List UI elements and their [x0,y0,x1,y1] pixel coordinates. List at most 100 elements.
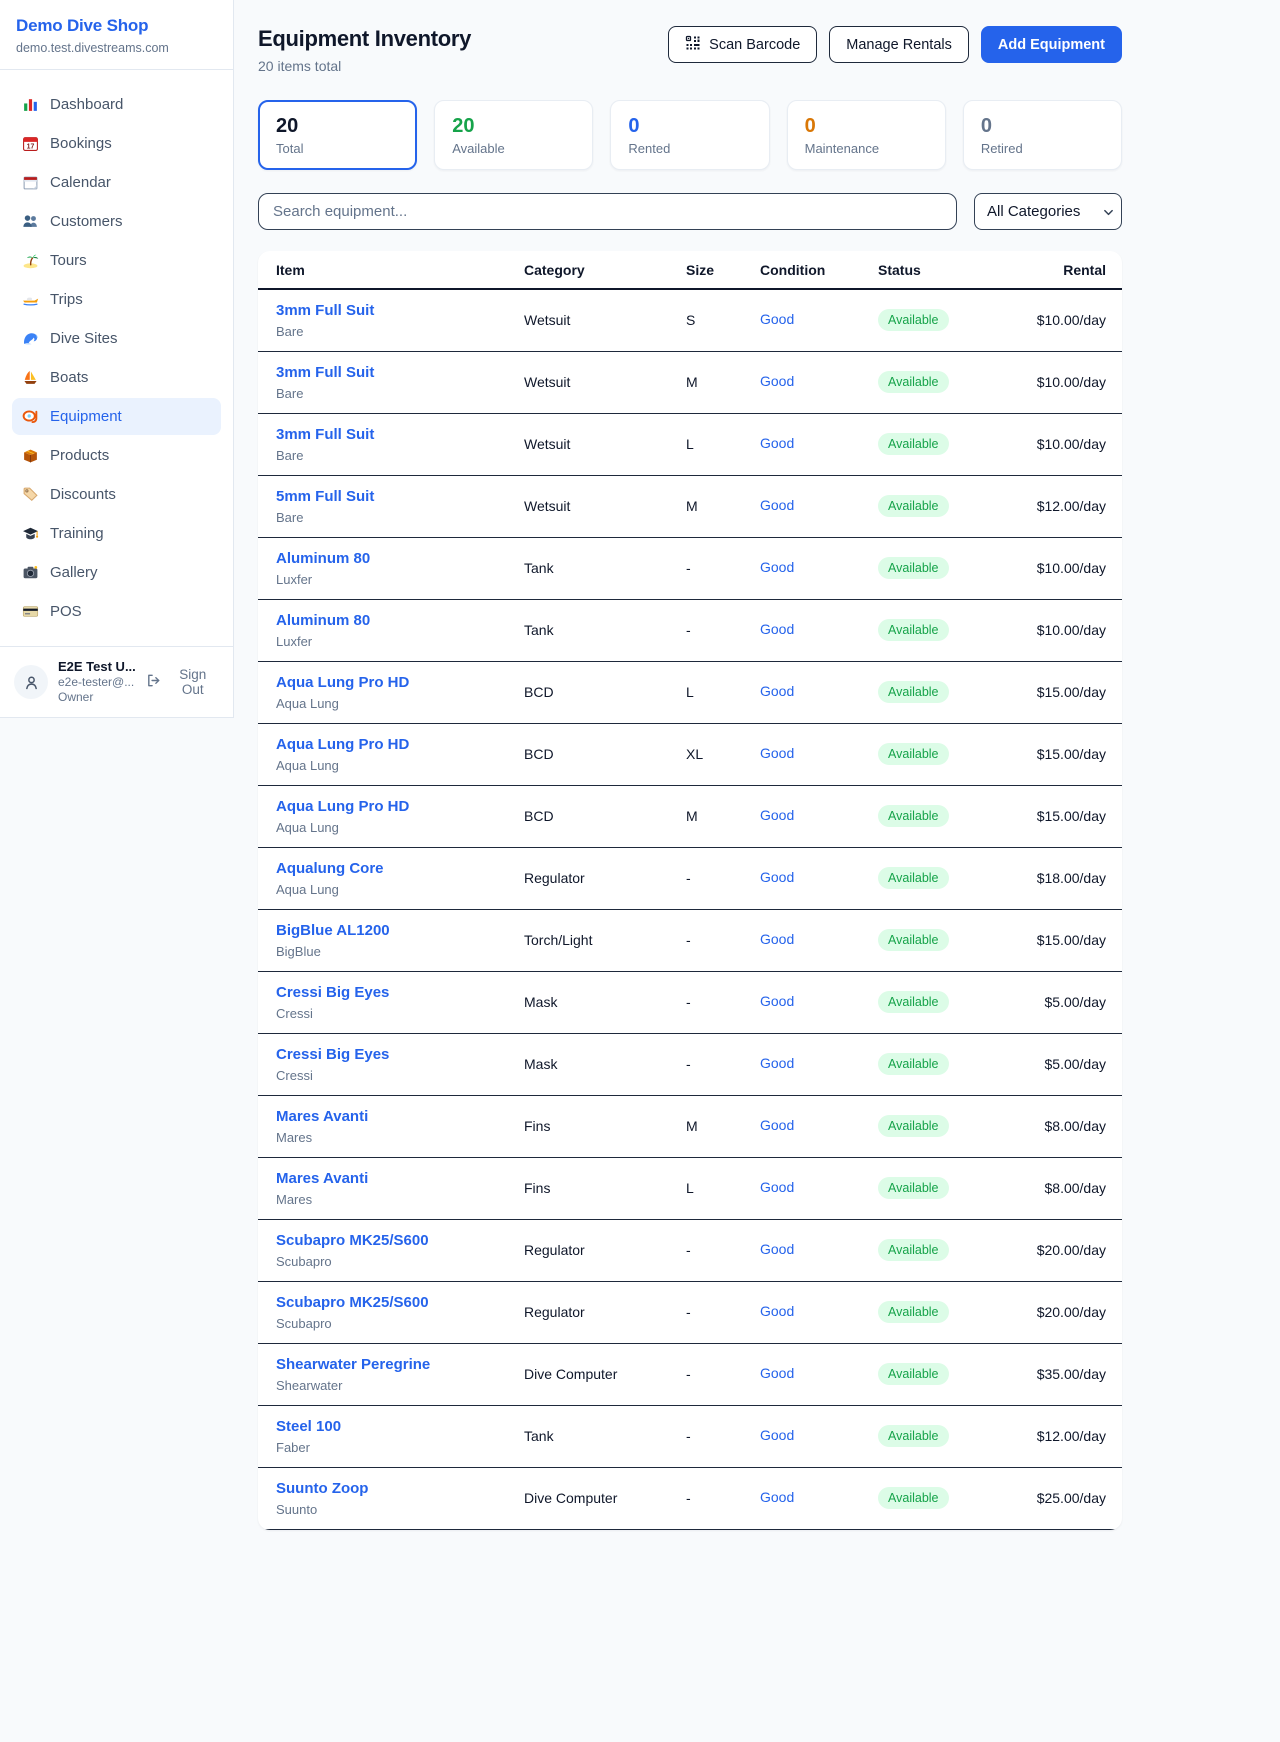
condition-link[interactable]: Good [760,1117,794,1133]
item-name-link[interactable]: Cressi Big Eyes [276,984,389,1001]
table-row[interactable]: 3mm Full Suit Bare Wetsuit M Good Availa… [258,351,1122,413]
stat-card-rented[interactable]: 0 Rented [610,100,769,170]
sidebar-item-customers[interactable]: Customers [12,203,221,240]
people-icon [22,213,39,230]
sidebar-item-products[interactable]: Products [12,437,221,474]
item-category: Tank [508,599,670,661]
stat-card-available[interactable]: 20 Available [434,100,593,170]
item-size: XL [670,723,744,785]
condition-link[interactable]: Good [760,497,794,513]
stat-card-retired[interactable]: 0 Retired [963,100,1122,170]
stat-card-maintenance[interactable]: 0 Maintenance [787,100,946,170]
item-name-link[interactable]: Steel 100 [276,1418,341,1435]
table-row[interactable]: BigBlue AL1200 BigBlue Torch/Light - Goo… [258,909,1122,971]
category-select[interactable]: All Categories [974,193,1122,230]
condition-link[interactable]: Good [760,745,794,761]
scan-barcode-button[interactable]: Scan Barcode [668,26,817,63]
sidebar-item-gallery[interactable]: Gallery [12,554,221,591]
sidebar-item-pos[interactable]: POS [12,593,221,630]
table-row[interactable]: Aqua Lung Pro HD Aqua Lung BCD M Good Av… [258,785,1122,847]
condition-link[interactable]: Good [760,1427,794,1443]
table-row[interactable]: Steel 100 Faber Tank - Good Available $1… [258,1405,1122,1467]
manage-rentals-label: Manage Rentals [846,37,952,53]
item-name-link[interactable]: Aqua Lung Pro HD [276,736,409,753]
condition-link[interactable]: Good [760,621,794,637]
item-category: Fins [508,1157,670,1219]
sidebar-item-bookings[interactable]: 17 Bookings [12,125,221,162]
manage-rentals-button[interactable]: Manage Rentals [829,26,969,63]
item-name-link[interactable]: 5mm Full Suit [276,488,374,505]
condition-link[interactable]: Good [760,1365,794,1381]
table-row[interactable]: Shearwater Peregrine Shearwater Dive Com… [258,1343,1122,1405]
table-row[interactable]: Mares Avanti Mares Fins L Good Available… [258,1157,1122,1219]
condition-link[interactable]: Good [760,683,794,699]
table-row[interactable]: 3mm Full Suit Bare Wetsuit L Good Availa… [258,413,1122,475]
stat-card-total[interactable]: 20 Total [258,100,417,170]
item-name-link[interactable]: Mares Avanti [276,1108,368,1125]
add-equipment-button[interactable]: Add Equipment [981,26,1122,63]
status-badge: Available [878,929,949,951]
column-header-condition: Condition [744,251,862,289]
status-badge: Available [878,1239,949,1261]
item-name-link[interactable]: Shearwater Peregrine [276,1356,430,1373]
condition-link[interactable]: Good [760,1303,794,1319]
table-row[interactable]: Suunto Zoop Suunto Dive Computer - Good … [258,1467,1122,1529]
condition-link[interactable]: Good [760,1055,794,1071]
item-size: - [670,1405,744,1467]
condition-link[interactable]: Good [760,931,794,947]
sidebar-item-dashboard[interactable]: Dashboard [12,86,221,123]
sidebar-item-trips[interactable]: Trips [12,281,221,318]
table-row[interactable]: Aluminum 80 Luxfer Tank - Good Available… [258,537,1122,599]
item-name-link[interactable]: 3mm Full Suit [276,302,374,319]
camera-icon [22,564,39,581]
table-row[interactable]: Scubapro MK25/S600 Scubapro Regulator - … [258,1281,1122,1343]
sidebar-item-boats[interactable]: Boats [12,359,221,396]
item-name-link[interactable]: Cressi Big Eyes [276,1046,389,1063]
item-name-link[interactable]: Scubapro MK25/S600 [276,1232,429,1249]
item-name-link[interactable]: Aluminum 80 [276,612,370,629]
item-category: Dive Computer [508,1343,670,1405]
item-name-link[interactable]: Aluminum 80 [276,550,370,567]
item-name-link[interactable]: 3mm Full Suit [276,364,374,381]
sign-out-button[interactable]: Sign Out [146,667,219,697]
sidebar-item-dive-sites[interactable]: Dive Sites [12,320,221,357]
table-row[interactable]: 5mm Full Suit Bare Wetsuit M Good Availa… [258,475,1122,537]
table-row[interactable]: Cressi Big Eyes Cressi Mask - Good Avail… [258,1033,1122,1095]
status-badge: Available [878,1177,949,1199]
condition-link[interactable]: Good [760,559,794,575]
sidebar-item-discounts[interactable]: Discounts [12,476,221,513]
item-name-link[interactable]: 3mm Full Suit [276,426,374,443]
table-row[interactable]: 3mm Full Suit Bare Wetsuit S Good Availa… [258,289,1122,351]
item-size: M [670,785,744,847]
sidebar-item-training[interactable]: Training [12,515,221,552]
item-name-link[interactable]: Aqua Lung Pro HD [276,798,409,815]
condition-link[interactable]: Good [760,1489,794,1505]
table-row[interactable]: Mares Avanti Mares Fins M Good Available… [258,1095,1122,1157]
table-row[interactable]: Cressi Big Eyes Cressi Mask - Good Avail… [258,971,1122,1033]
condition-link[interactable]: Good [760,869,794,885]
sidebar-item-calendar[interactable]: Calendar [12,164,221,201]
sidebar-item-tours[interactable]: Tours [12,242,221,279]
condition-link[interactable]: Good [760,435,794,451]
table-row[interactable]: Aqua Lung Pro HD Aqua Lung BCD L Good Av… [258,661,1122,723]
condition-link[interactable]: Good [760,993,794,1009]
island-icon [22,252,39,269]
item-category: Tank [508,537,670,599]
item-name-link[interactable]: Scubapro MK25/S600 [276,1294,429,1311]
table-row[interactable]: Scubapro MK25/S600 Scubapro Regulator - … [258,1219,1122,1281]
table-row[interactable]: Aqua Lung Pro HD Aqua Lung BCD XL Good A… [258,723,1122,785]
item-name-link[interactable]: Mares Avanti [276,1170,368,1187]
condition-link[interactable]: Good [760,1179,794,1195]
condition-link[interactable]: Good [760,807,794,823]
condition-link[interactable]: Good [760,373,794,389]
condition-link[interactable]: Good [760,1241,794,1257]
item-name-link[interactable]: BigBlue AL1200 [276,922,390,939]
item-name-link[interactable]: Aqualung Core [276,860,384,877]
item-name-link[interactable]: Suunto Zoop [276,1480,368,1497]
condition-link[interactable]: Good [760,311,794,327]
item-name-link[interactable]: Aqua Lung Pro HD [276,674,409,691]
table-row[interactable]: Aluminum 80 Luxfer Tank - Good Available… [258,599,1122,661]
search-input[interactable] [258,193,957,230]
sidebar-item-equipment[interactable]: Equipment [12,398,221,435]
table-row[interactable]: Aqualung Core Aqua Lung Regulator - Good… [258,847,1122,909]
